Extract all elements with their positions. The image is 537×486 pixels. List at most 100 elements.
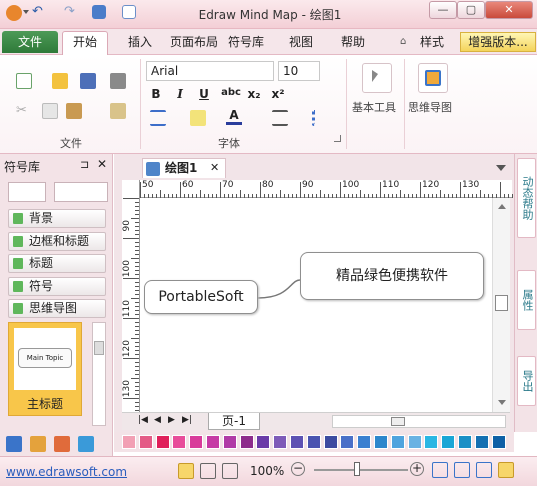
- cut-icon[interactable]: ✂: [16, 103, 32, 119]
- library-item[interactable]: 思维导图: [8, 299, 106, 318]
- color-swatch[interactable]: [172, 435, 187, 449]
- app-menu-arrow-icon[interactable]: [23, 10, 29, 14]
- open-folder-icon[interactable]: [52, 73, 68, 89]
- presentation-icon[interactable]: [222, 463, 238, 479]
- color-swatch[interactable]: [256, 435, 271, 449]
- font-color-button[interactable]: A: [226, 108, 242, 125]
- color-swatch[interactable]: [474, 435, 489, 449]
- library-menu-button[interactable]: [8, 182, 46, 202]
- maximize-button[interactable]: ▢: [457, 1, 485, 19]
- library-scrollbar[interactable]: [92, 322, 106, 426]
- italic-button[interactable]: I: [172, 87, 188, 101]
- color-swatch[interactable]: [138, 435, 153, 449]
- normal-view-icon[interactable]: [178, 463, 194, 479]
- library-tool-icon[interactable]: [30, 436, 46, 452]
- library-scroll-thumb[interactable]: [94, 341, 104, 355]
- tab-dynamic-help[interactable]: 动态帮助: [517, 158, 536, 238]
- zoom-in-button[interactable]: +: [410, 462, 424, 476]
- upgrade-button[interactable]: 增强版本...: [460, 32, 536, 52]
- document-tab-close-icon[interactable]: ✕: [210, 161, 219, 174]
- copy-icon[interactable]: [42, 103, 58, 119]
- library-tool-icon[interactable]: [6, 436, 22, 452]
- color-swatch[interactable]: [239, 435, 254, 449]
- library-item[interactable]: 背景: [8, 209, 106, 228]
- library-tool-icon[interactable]: [54, 436, 70, 452]
- basic-tools-button[interactable]: [362, 63, 392, 93]
- pin-icon[interactable]: ⊐: [80, 158, 89, 171]
- style-menu[interactable]: 样式: [420, 33, 444, 50]
- color-swatch[interactable]: [357, 435, 372, 449]
- basic-tools-label[interactable]: 基本工具: [352, 99, 396, 115]
- last-page-button[interactable]: ▶|: [182, 415, 192, 425]
- color-swatch[interactable]: [222, 435, 237, 449]
- tab-export[interactable]: 导出: [517, 356, 536, 406]
- page-tab[interactable]: 页-1: [208, 413, 260, 430]
- tab-list-arrow-icon[interactable]: [496, 165, 506, 171]
- tab-page-layout[interactable]: 页面布局: [170, 33, 218, 50]
- mind-map-label[interactable]: 思维导图: [408, 99, 452, 115]
- superscript-button[interactable]: x²: [270, 87, 286, 101]
- font-size-dropdown[interactable]: 10: [278, 61, 320, 81]
- font-name-dropdown[interactable]: Arial: [146, 61, 274, 81]
- print-icon[interactable]: [110, 73, 126, 89]
- library-tool-icon[interactable]: [78, 436, 94, 452]
- tab-view[interactable]: 视图: [289, 33, 313, 50]
- library-item[interactable]: 符号: [8, 277, 106, 296]
- redo-icon[interactable]: ↷: [64, 5, 78, 19]
- mind-map-button[interactable]: [418, 63, 448, 93]
- color-swatch[interactable]: [441, 435, 456, 449]
- node-main-topic[interactable]: 精品绿色便携软件: [300, 252, 484, 300]
- quick-tools-icon[interactable]: [92, 5, 106, 19]
- scroll-down-arrow-icon[interactable]: [498, 400, 506, 405]
- tab-file[interactable]: 文件: [2, 31, 58, 53]
- align-icon[interactable]: [272, 110, 288, 126]
- color-swatch[interactable]: [206, 435, 220, 449]
- library-item[interactable]: 边框和标题: [8, 232, 106, 251]
- horizontal-scrollbar[interactable]: [332, 415, 506, 428]
- zoom-slider-thumb[interactable]: [354, 462, 360, 476]
- vertical-scrollbar[interactable]: [492, 198, 510, 412]
- color-swatch[interactable]: [290, 435, 304, 449]
- line-spacing-icon[interactable]: [150, 110, 166, 126]
- style-icon[interactable]: ⌂: [400, 36, 406, 47]
- format-painter-icon[interactable]: [110, 103, 126, 119]
- bold-button[interactable]: B: [148, 87, 164, 101]
- close-button[interactable]: ✕: [485, 1, 533, 19]
- quick-export-icon[interactable]: [122, 5, 136, 19]
- next-page-button[interactable]: ▶: [168, 415, 175, 425]
- library-item[interactable]: 标题: [8, 254, 106, 273]
- new-document-icon[interactable]: [16, 73, 32, 89]
- color-swatch[interactable]: [189, 435, 204, 449]
- tab-properties[interactable]: 属性: [517, 270, 536, 330]
- color-swatch[interactable]: [458, 435, 472, 449]
- highlight-icon[interactable]: [190, 110, 206, 126]
- panel-close-icon[interactable]: ✕: [97, 157, 107, 171]
- prev-page-button[interactable]: ◀: [154, 415, 161, 425]
- underline-button[interactable]: U: [196, 87, 212, 101]
- zoom-out-button[interactable]: −: [291, 462, 305, 476]
- tab-home[interactable]: 开始: [62, 31, 108, 55]
- main-topic-shape[interactable]: Main Topic 主标题: [8, 322, 82, 416]
- color-swatch[interactable]: [407, 435, 422, 449]
- color-swatch[interactable]: [273, 435, 288, 449]
- first-page-button[interactable]: |◀: [138, 415, 148, 425]
- page-view-icon[interactable]: [200, 463, 216, 479]
- bullets-icon[interactable]: [312, 110, 328, 126]
- full-screen-icon[interactable]: [476, 462, 492, 478]
- drawing-canvas[interactable]: PortableSoft 精品绿色便携软件: [140, 198, 492, 412]
- color-swatch[interactable]: [155, 435, 170, 449]
- minimize-button[interactable]: —: [429, 1, 457, 19]
- color-swatch[interactable]: [424, 435, 439, 449]
- color-swatch[interactable]: [491, 435, 506, 449]
- zoom-slider-track[interactable]: [314, 469, 408, 471]
- save-icon[interactable]: [80, 73, 96, 89]
- node-portablesoft[interactable]: PortableSoft: [144, 280, 258, 314]
- color-swatch[interactable]: [390, 435, 405, 449]
- library-search-input[interactable]: [54, 182, 108, 202]
- scroll-up-arrow-icon[interactable]: [498, 204, 506, 209]
- fit-page-icon[interactable]: [432, 462, 448, 478]
- website-link[interactable]: www.edrawsoft.com: [6, 465, 127, 479]
- color-swatch[interactable]: [340, 435, 355, 449]
- paste-icon[interactable]: [66, 103, 82, 119]
- tab-help[interactable]: 帮助: [341, 33, 365, 50]
